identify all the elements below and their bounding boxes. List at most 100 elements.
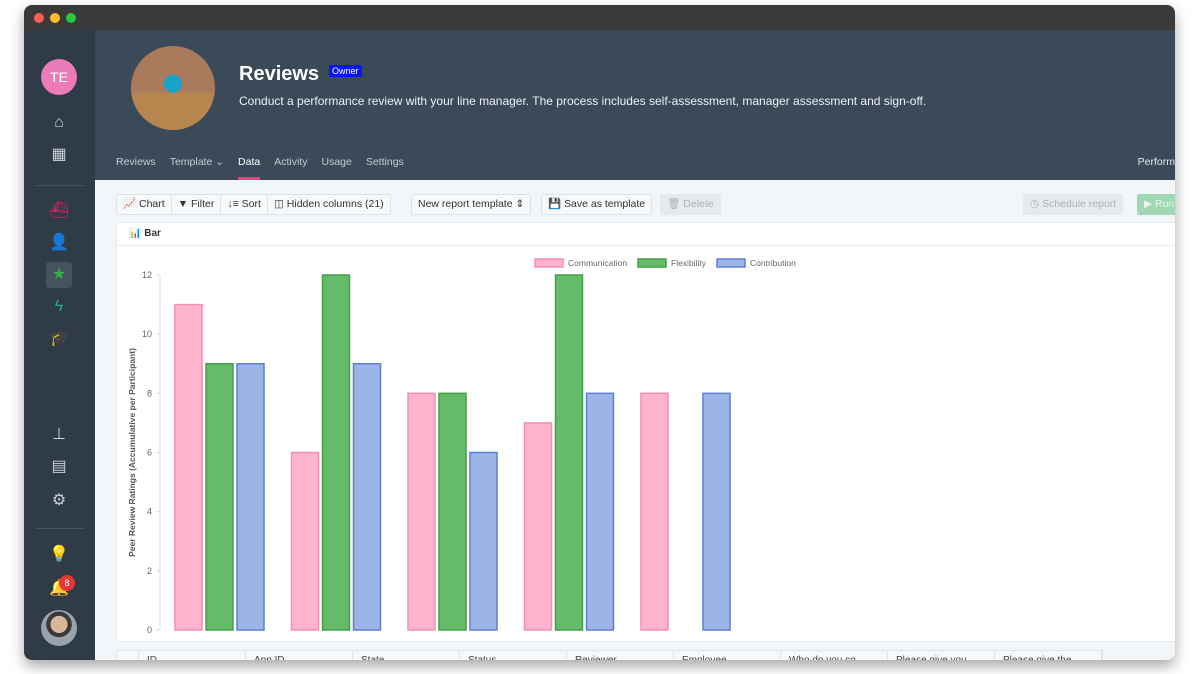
sort-arrows-icon: ⇕ [515, 198, 525, 210]
account-avatar[interactable]: TE [41, 59, 77, 95]
chevron-down-icon: ⌄ [215, 156, 225, 168]
y-axis-label: Peer Review Ratings (Accumulative per Pa… [127, 348, 137, 557]
y-tick-label: 4 [147, 507, 152, 517]
sort-icon: ↓≡ [227, 198, 239, 210]
filter-button[interactable]: ▼ Filter [172, 195, 222, 214]
view-toolbar: 📈 Chart ▼ Filter ↓≡ Sort ◫ Hidden column… [116, 194, 391, 215]
hidden-columns-label: Hidden columns (21) [286, 198, 384, 210]
column-header[interactable]: State [353, 651, 460, 660]
bar-communication [174, 303, 203, 631]
bar-communication [290, 451, 320, 631]
table-icon[interactable]: ▤ [46, 454, 72, 480]
y-tick-label: 2 [147, 566, 152, 576]
delete-label: Delete [683, 198, 714, 210]
tab-reviews[interactable]: Reviews [116, 156, 156, 168]
run-button[interactable]: ▶ Run [1137, 194, 1175, 215]
user-edit-icon[interactable]: 👤 [46, 230, 72, 256]
columns-icon: ◫ [273, 198, 284, 210]
save-icon: 💾 [548, 198, 562, 210]
app-window: TE ⌂ ▦ ⛴ 👤 ★ ϟ 🎓 ⊥ ▤ ⚙ 💡 🔔 8 Reviews Own… [24, 5, 1175, 660]
legend-swatch [637, 258, 667, 268]
table-header: IDApp IDStateStatusReviewerEmployeeWho d… [116, 650, 1103, 660]
chart-label: Chart [139, 198, 165, 210]
maximize-window-button[interactable] [66, 13, 76, 23]
sort-button[interactable]: ↓≡ Sort [221, 195, 268, 214]
chart-panel: 📊 Bar 0 2 4 6 8 10 12 Peer Review Ratings (Accu… [116, 222, 1175, 642]
notification-badge: 8 [59, 575, 75, 591]
tab-activity[interactable]: Activity [274, 156, 307, 168]
bar-contribution [585, 392, 615, 631]
graduation-cap-icon[interactable]: 🎓 [46, 326, 72, 352]
tab-template-label: Template [169, 156, 213, 168]
chart-icon: 📈 [123, 198, 137, 210]
legend-label: Communication [568, 258, 627, 268]
hidden-columns-button[interactable]: ◫ Hidden columns (21) [268, 195, 390, 214]
y-tick-label: 6 [147, 448, 152, 458]
sort-label: Sort [241, 198, 261, 210]
ship-icon[interactable]: ⛴ [46, 198, 72, 224]
bar-contribution [702, 392, 731, 631]
tab-data[interactable]: Data [238, 156, 261, 180]
column-header[interactable]: App ID [246, 651, 353, 660]
legend-label: Contribution [750, 258, 796, 268]
y-tick-label: 0 [147, 625, 152, 635]
column-header[interactable]: Employee [674, 651, 781, 660]
bar-flexibility [321, 274, 351, 631]
trash-icon: 🗑 [667, 198, 681, 210]
y-tick-label: 8 [147, 388, 152, 398]
grid-icon[interactable]: ▦ [46, 142, 72, 168]
row-select-column[interactable] [117, 651, 139, 660]
column-header[interactable]: Please give you [888, 651, 995, 660]
sitemap-icon[interactable]: ⊥ [46, 422, 72, 448]
legend-swatch [534, 258, 564, 268]
filter-icon: ▼ [177, 198, 189, 210]
header-right-label: Perform [1137, 156, 1175, 168]
close-window-button[interactable] [34, 13, 44, 23]
lightbulb-icon[interactable]: 💡 [46, 542, 72, 568]
legend-label: Flexibility [671, 258, 707, 268]
user-avatar[interactable] [41, 610, 77, 646]
clock-icon: ◷ [1030, 198, 1040, 210]
chart-type-label: Bar [144, 228, 161, 239]
bar-communication [523, 422, 553, 631]
bar-flexibility [438, 392, 467, 631]
chart-button[interactable]: 📈 Chart [117, 195, 172, 214]
column-header[interactable]: ID [139, 651, 246, 660]
page-title: Reviews [239, 63, 320, 85]
page-header: Reviews Owner Conduct a performance revi… [95, 30, 1175, 180]
bar-chart: 0 2 4 6 8 10 12 Peer Review Ratings (Accumulati… [127, 258, 796, 635]
bar-communication [407, 392, 436, 631]
report-template-value: New report template [418, 198, 513, 210]
star-icon[interactable]: ★ [46, 262, 72, 288]
bar-communication [640, 392, 669, 631]
delete-button[interactable]: 🗑 Delete [660, 194, 721, 215]
run-label: Run [1155, 198, 1175, 210]
report-template-select[interactable]: New report template ⇕ [411, 194, 532, 215]
column-header[interactable]: Please give the [995, 651, 1102, 660]
gear-icon[interactable]: ⚙ [46, 488, 72, 514]
column-header[interactable]: Who do you co [781, 651, 888, 660]
column-header[interactable]: Status [460, 651, 567, 660]
tab-settings[interactable]: Settings [366, 156, 404, 168]
tab-template[interactable]: Template ⌄ [170, 156, 224, 168]
bolt-icon[interactable]: ϟ [46, 294, 72, 320]
tab-usage[interactable]: Usage [321, 156, 351, 168]
save-template-button[interactable]: 💾 Save as template [541, 194, 653, 215]
schedule-report-button[interactable]: ◷ Schedule report [1023, 194, 1124, 215]
bar-chart-icon: 📊 [129, 228, 142, 239]
bar-flexibility [205, 363, 234, 631]
filter-label: Filter [191, 198, 215, 210]
chart-panel-header: 📊 Bar [117, 223, 1175, 246]
tab-bar: Reviews Template ⌄ Data Activity Usage S… [116, 156, 404, 180]
bar-contribution [352, 363, 382, 631]
play-icon: ▶ [1144, 198, 1153, 210]
home-icon[interactable]: ⌂ [46, 110, 72, 136]
schedule-label: Schedule report [1042, 198, 1117, 210]
owner-badge: Owner [329, 65, 362, 77]
bar-flexibility [554, 274, 584, 631]
column-header[interactable]: Reviewer [567, 651, 674, 660]
minimize-window-button[interactable] [50, 13, 60, 23]
sidebar: TE ⌂ ▦ ⛴ 👤 ★ ϟ 🎓 ⊥ ▤ ⚙ 💡 🔔 8 [24, 30, 95, 660]
divider [36, 185, 84, 186]
y-tick-label: 10 [142, 329, 152, 339]
